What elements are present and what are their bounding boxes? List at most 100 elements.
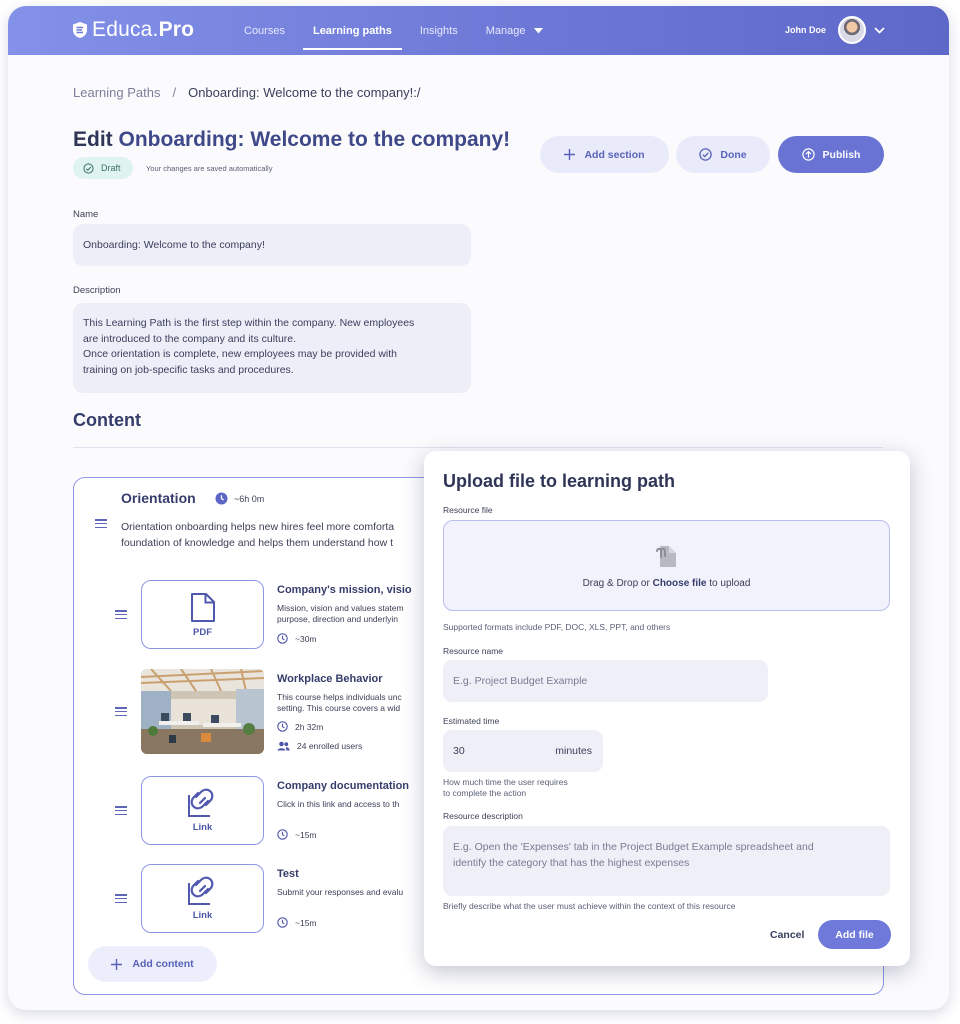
divider <box>73 447 883 448</box>
page-title-prefix: Edit <box>73 128 113 151</box>
add-content-button[interactable]: Add content <box>88 946 217 982</box>
modal-title: Upload file to learning path <box>443 471 676 491</box>
time-hint-line: to complete the action <box>443 787 527 798</box>
description-label: Description <box>73 285 121 296</box>
dropzone-text-suffix: to upload <box>709 578 751 589</box>
publish-label: Publish <box>822 148 861 161</box>
office-photo[interactable] <box>141 669 264 754</box>
description-line: are introduced to the company and its cu… <box>83 332 297 345</box>
plus-icon <box>564 149 576 160</box>
item-duration: ~15m <box>277 829 317 840</box>
drag-handle-icon[interactable] <box>95 519 107 529</box>
drag-handle-icon[interactable] <box>115 707 127 717</box>
nav-item-courses[interactable]: Courses <box>234 6 295 55</box>
resource-name-input[interactable]: E.g. Project Budget Example <box>443 660 768 702</box>
autosave-note: Your changes are saved automatically <box>146 164 273 173</box>
users-icon <box>277 741 290 751</box>
item-description-line: Click in this link and access to th <box>277 799 400 809</box>
section-title[interactable]: Orientation <box>121 490 196 506</box>
card-label: Link <box>192 910 213 921</box>
nav-item-insights[interactable]: Insights <box>410 6 468 55</box>
item-title[interactable]: Company's mission, visio <box>277 584 425 596</box>
nav-item-learning-paths[interactable]: Learning paths <box>302 6 402 55</box>
enrolled-users-text: 24 enrolled users <box>297 741 363 751</box>
link-icon <box>187 788 213 817</box>
cancel-button[interactable]: Cancel <box>770 929 804 941</box>
estimated-time-label: Estimated time <box>443 716 500 726</box>
item-duration: 2h 32m <box>277 721 323 732</box>
drag-handle-icon[interactable] <box>115 894 127 904</box>
item-title[interactable]: Company documentation <box>277 780 425 792</box>
check-circle-icon <box>699 148 713 161</box>
section-description-line: Orientation onboarding helps new hires f… <box>121 521 395 533</box>
item-title[interactable]: Workplace Behavior <box>277 673 425 685</box>
add-content-label: Add content <box>132 958 194 970</box>
description-line: This Learning Path is the first step wit… <box>83 317 415 329</box>
choose-file-link[interactable]: Choose file <box>653 578 707 589</box>
item-description-line: setting. This course covers a wid <box>277 703 401 713</box>
card-label: Link <box>192 822 213 833</box>
done-button[interactable]: Done <box>676 136 770 173</box>
top-navigation-bar: Educa.Pro Courses Learning paths Insight… <box>8 6 949 55</box>
section-duration: ~6h 0m <box>215 492 264 505</box>
pdf-card[interactable]: PDF <box>141 580 264 649</box>
item-title[interactable]: Test <box>277 868 425 880</box>
description-line: Once orientation is complete, new employ… <box>83 348 397 360</box>
dropzone-text: Drag & Drop or Choose file to upload <box>583 578 751 589</box>
section-duration-text: ~6h 0m <box>234 493 265 504</box>
document-icon <box>190 592 215 622</box>
breadcrumb-learning-paths[interactable]: Learning Paths <box>73 85 160 100</box>
card-label: PDF <box>193 626 212 638</box>
section-description-line: foundation of knowledge and helps them u… <box>121 537 394 549</box>
content-heading: Content <box>73 410 141 430</box>
done-label: Done <box>720 148 747 161</box>
description-placeholder-line: identify the category that has the highe… <box>453 857 690 869</box>
nav-item-manage[interactable]: Manage <box>476 6 553 55</box>
dropzone-text-prefix: Drag & Drop or <box>582 578 650 589</box>
item-description-line: Submit your responses and evalu <box>277 887 404 897</box>
item-description: Click in this link and access to th <box>277 799 425 810</box>
chevron-down-icon <box>874 26 885 34</box>
item-description: This course helps individuals unc settin… <box>277 692 425 714</box>
drag-handle-icon[interactable] <box>115 610 127 620</box>
caret-down-icon <box>533 27 543 33</box>
shield-logo-icon <box>73 22 87 38</box>
add-section-button[interactable]: Add section <box>540 136 669 173</box>
link-card[interactable]: Link <box>141 864 264 933</box>
clock-icon <box>277 829 288 840</box>
time-hint-line: How much time the user requires <box>443 777 568 787</box>
add-file-button[interactable]: Add file <box>818 920 891 949</box>
description-textarea[interactable]: This Learning Path is the first step wit… <box>73 303 471 393</box>
status-badge: Draft <box>73 157 133 179</box>
add-section-label: Add section <box>584 148 645 161</box>
item-duration: ~30m <box>277 633 317 644</box>
check-circle-icon <box>83 162 94 174</box>
item-description-line: This course helps individuals unc <box>277 692 402 702</box>
name-input[interactable]: Onboarding: Welcome to the company! <box>73 224 471 266</box>
page-title: Edit Onboarding: Welcome to the company! <box>73 128 510 152</box>
clock-icon <box>277 917 288 928</box>
estimated-time-value: 30 <box>453 745 465 757</box>
item-duration-text: ~15m <box>295 829 317 840</box>
name-label: Name <box>73 209 99 220</box>
clock-icon <box>277 721 288 732</box>
resource-file-label: Resource file <box>443 505 493 515</box>
description-line: training on job-specific tasks and proce… <box>83 363 294 376</box>
logo-text-main: Educa <box>92 18 153 41</box>
user-menu[interactable]: John Doe <box>785 16 885 44</box>
estimated-time-input[interactable]: 30 minutes <box>443 730 603 772</box>
resource-description-textarea[interactable]: E.g. Open the 'Expenses' tab in the Proj… <box>443 826 890 896</box>
item-description: Mission, vision and values statem purpos… <box>277 603 425 625</box>
item-description: Submit your responses and evalu <box>277 887 425 898</box>
item-duration-text: 2h 32m <box>295 721 324 732</box>
resource-name-label: Resource name <box>443 646 504 656</box>
upload-circle-icon <box>801 148 815 161</box>
link-card[interactable]: Link <box>141 776 264 845</box>
drag-handle-icon[interactable] <box>115 806 127 816</box>
educa-pro-logo[interactable]: Educa.Pro <box>72 18 194 42</box>
publish-button[interactable]: Publish <box>778 136 884 173</box>
description-hint: Briefly describe what the user must achi… <box>443 901 736 911</box>
breadcrumb: Learning Paths / Onboarding: Welcome to th… <box>73 85 421 100</box>
app-window: Educa.Pro Courses Learning paths Insight… <box>8 6 949 1010</box>
file-dropzone[interactable]: Drag & Drop or Choose file to upload <box>443 520 890 611</box>
